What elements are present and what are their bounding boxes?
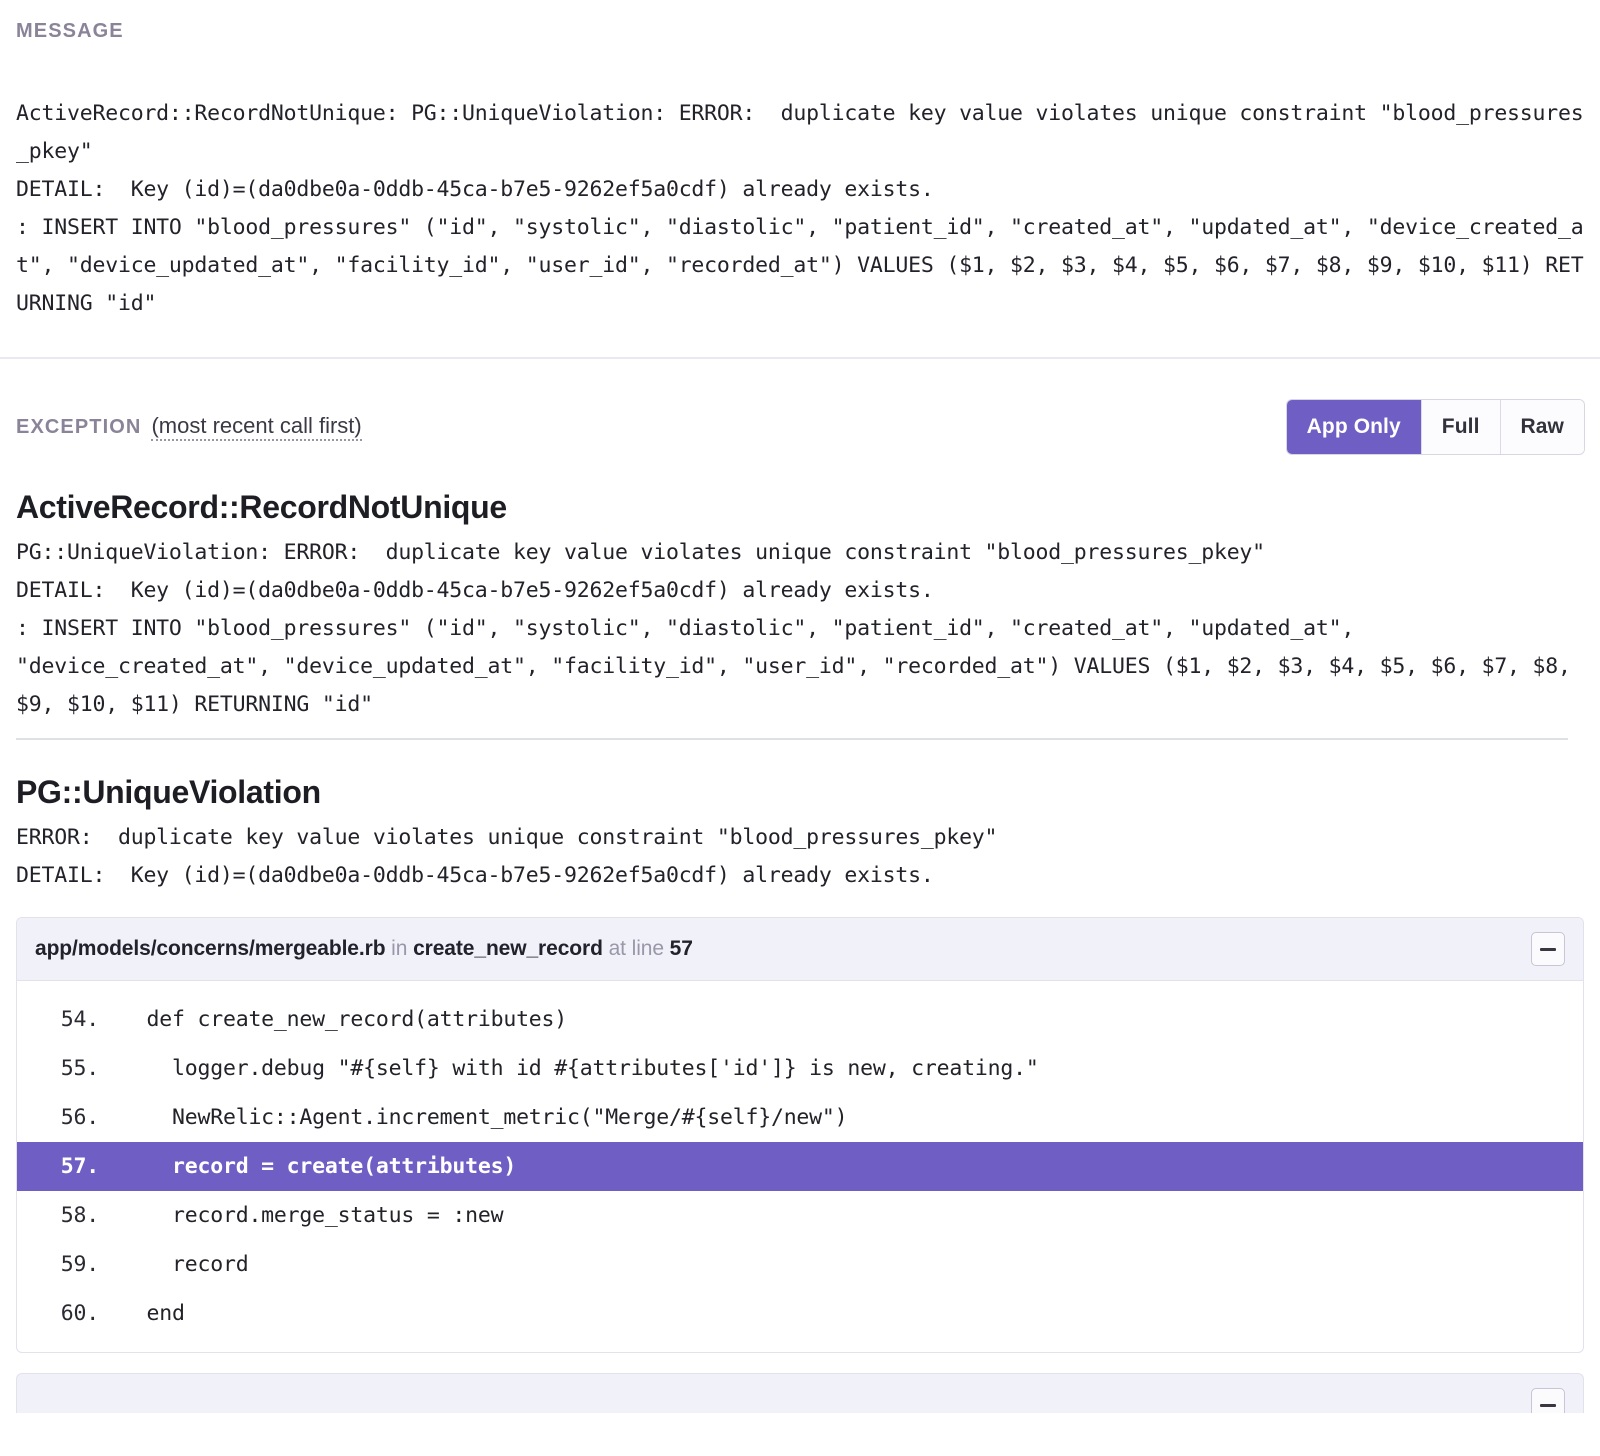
stack-frame-next-header[interactable] (16, 1373, 1584, 1413)
exception-entry-detail: PG::UniqueViolation: ERROR: duplicate ke… (16, 540, 1571, 717)
exception-title-group: EXCEPTION (most recent call first) (16, 413, 362, 441)
exception-entry-title: ActiveRecord::RecordNotUnique (16, 489, 507, 525)
exception-entry: PG::UniqueViolation ERROR: duplicate key… (0, 774, 1600, 895)
code-line-number: 57. (60, 1154, 99, 1179)
code-line-source: record.merge_status = :new (121, 1203, 504, 1228)
code-line-number: 54. (60, 1007, 99, 1032)
code-line-source: record (121, 1252, 249, 1277)
message-body-text: ActiveRecord::RecordNotUnique: PG::Uniqu… (16, 101, 1584, 316)
stack-frame: app/models/concerns/mergeable.rb in crea… (16, 917, 1584, 1353)
exception-entry-divider (16, 738, 1568, 740)
minus-icon (1540, 947, 1556, 951)
code-line-source: end (121, 1301, 185, 1326)
stack-frame-in-word: in (391, 937, 408, 960)
view-mode-app-only-button[interactable]: App Only (1286, 400, 1422, 454)
code-line-source: logger.debug "#{self} with id #{attribut… (121, 1056, 1039, 1081)
exception-header: EXCEPTION (most recent call first) App O… (0, 359, 1600, 455)
message-section: MESSAGE ActiveRecord::RecordNotUnique: P… (0, 0, 1600, 323)
view-mode-raw-button[interactable]: Raw (1500, 400, 1584, 454)
stack-frame-at-word: at line (608, 937, 664, 960)
exception-entry-title: PG::UniqueViolation (16, 774, 321, 810)
code-line: 54. def create_new_record(attributes) (17, 995, 1583, 1044)
stack-frame-method: create_new_record (413, 937, 603, 960)
code-line-number: 60. (60, 1301, 99, 1326)
view-mode-button-group[interactable]: App Only Full Raw (1286, 400, 1584, 454)
code-line: 60. end (17, 1289, 1583, 1338)
exception-entry: ActiveRecord::RecordNotUnique PG::Unique… (0, 489, 1600, 724)
code-line-source: record = create(attributes) (121, 1154, 517, 1179)
collapse-frame-button[interactable] (1531, 1388, 1565, 1413)
view-mode-full-button[interactable]: Full (1421, 400, 1501, 454)
stack-frame-location: app/models/concerns/mergeable.rb in crea… (35, 937, 693, 961)
collapse-frame-button[interactable] (1531, 932, 1565, 966)
code-line: 55. logger.debug "#{self} with id #{attr… (17, 1044, 1583, 1093)
code-line-number: 59. (60, 1252, 99, 1277)
stack-frame-header[interactable]: app/models/concerns/mergeable.rb in crea… (17, 918, 1583, 981)
stack-frame-file: app/models/concerns/mergeable.rb (35, 937, 386, 960)
message-label: MESSAGE (16, 20, 124, 42)
code-line-number: 56. (60, 1105, 99, 1130)
exception-subtitle: (most recent call first) (151, 413, 362, 441)
minus-icon (1540, 1403, 1556, 1407)
code-line-highlighted: 57. record = create(attributes) (17, 1142, 1583, 1191)
code-line: 56. NewRelic::Agent.increment_metric("Me… (17, 1093, 1583, 1142)
code-line-number: 55. (60, 1056, 99, 1081)
code-line: 58. record.merge_status = :new (17, 1191, 1583, 1240)
code-line-source: def create_new_record(attributes) (121, 1007, 568, 1032)
exception-label: EXCEPTION (16, 416, 142, 439)
code-line-number: 58. (60, 1203, 99, 1228)
code-line-list: 54. def create_new_record(attributes) 55… (17, 981, 1583, 1352)
exception-entry-detail: ERROR: duplicate key value violates uniq… (16, 825, 998, 888)
stack-frame-line-number: 57 (669, 937, 693, 960)
code-line-source: NewRelic::Agent.increment_metric("Merge/… (121, 1105, 848, 1130)
code-line: 59. record (17, 1240, 1583, 1289)
